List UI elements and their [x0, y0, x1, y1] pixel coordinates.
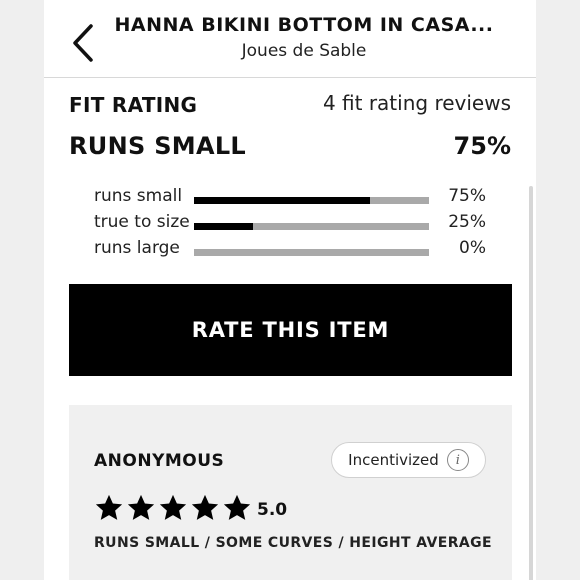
star-icon — [223, 494, 251, 520]
rating-value: 5.0 — [257, 500, 288, 520]
fit-verdict-percent: 75% — [453, 132, 511, 160]
fit-row-label: runs large — [94, 238, 180, 258]
fit-row-label: true to size — [94, 212, 190, 232]
fit-bar-track — [194, 223, 429, 230]
product-title: HANNA BIKINI BOTTOM IN CASA... — [114, 14, 494, 36]
star-icon — [95, 494, 123, 520]
reviewer-name: ANONYMOUS — [94, 451, 225, 471]
fit-row-runs-small: runs small 75% — [94, 186, 494, 210]
star-icon — [159, 494, 187, 520]
product-fit-screen: HANNA BIKINI BOTTOM IN CASA... Joues de … — [44, 0, 536, 580]
review-card: ANONYMOUS Incentivized i 5.0 RUNS SMALL … — [69, 405, 512, 580]
info-icon[interactable]: i — [446, 449, 469, 471]
star-icon — [191, 494, 219, 520]
fit-bar-fill — [194, 197, 371, 204]
review-fit-note: RUNS SMALL / SOME CURVES / HEIGHT AVERAG… — [94, 535, 492, 551]
fit-row-percent: 25% — [448, 212, 486, 232]
fit-bar-track — [194, 249, 429, 256]
fit-rating-heading: FIT RATING — [69, 93, 198, 117]
fit-row-true-to-size: true to size 25% — [94, 212, 494, 236]
back-button[interactable] — [68, 22, 98, 64]
fit-row-runs-large: runs large 0% — [94, 238, 494, 262]
incentivized-badge[interactable]: Incentivized i — [331, 442, 486, 478]
fit-row-percent: 0% — [459, 238, 486, 258]
scrollbar[interactable] — [529, 186, 533, 580]
fit-verdict: RUNS SMALL — [69, 132, 247, 160]
chevron-left-icon — [73, 24, 93, 62]
rate-item-button[interactable]: RATE THIS ITEM — [69, 284, 512, 376]
badge-label: Incentivized — [348, 451, 439, 469]
fit-review-count: 4 fit rating reviews — [322, 91, 511, 115]
fit-bar-track — [194, 197, 429, 204]
fit-row-label: runs small — [94, 186, 183, 206]
fit-row-percent: 75% — [448, 186, 486, 206]
star-rating — [94, 493, 252, 523]
star-icon — [127, 494, 155, 520]
header-bar: HANNA BIKINI BOTTOM IN CASA... Joues de … — [44, 0, 536, 78]
fit-bar-fill — [194, 223, 253, 230]
brand-name[interactable]: Joues de Sable — [114, 41, 494, 61]
